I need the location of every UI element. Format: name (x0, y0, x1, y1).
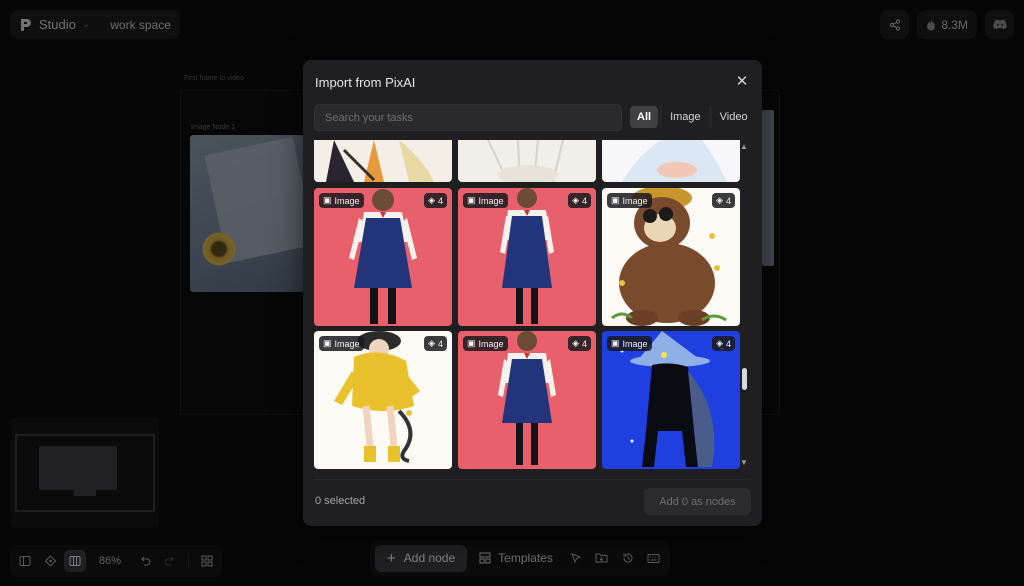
task-tile-partial[interactable] (602, 140, 740, 182)
tile-illustration (334, 331, 420, 463)
task-grid: ▣ Image ◈ 4 ▣ Image ◈ 4 ▣ Image ◈ 4 ▣ Im… (314, 140, 741, 472)
task-tile-partial[interactable] (314, 140, 452, 182)
modal-title: Import from PixAI (315, 75, 416, 90)
count-badge: ◈ 4 (712, 336, 735, 351)
tile-illustration (500, 188, 554, 324)
count-badge: ◈ 4 (568, 336, 591, 351)
layers-icon: ◈ (428, 338, 435, 348)
image-icon: ▣ (467, 338, 476, 348)
tile-illustration (487, 140, 564, 182)
close-button[interactable]: ✕ (734, 73, 750, 90)
search-input[interactable] (314, 104, 622, 131)
type-badge: ▣ Image (319, 336, 364, 351)
filter-image[interactable]: Image (663, 106, 708, 128)
image-icon: ▣ (467, 195, 476, 205)
image-icon: ▣ (323, 338, 332, 348)
image-icon: ▣ (611, 195, 620, 205)
count-badge: ◈ 4 (424, 193, 447, 208)
filter-all[interactable]: All (630, 106, 659, 128)
divider (660, 106, 662, 128)
image-icon: ▣ (611, 338, 620, 348)
layers-icon: ◈ (572, 338, 579, 348)
filter-video[interactable]: Video (713, 106, 755, 128)
scroll-down-arrow[interactable]: ▼ (740, 458, 748, 467)
type-badge: ▣ Image (463, 336, 508, 351)
layers-icon: ◈ (572, 195, 579, 205)
tile-illustration (611, 188, 727, 326)
task-tile[interactable]: ▣ Image ◈ 4 (458, 188, 596, 326)
task-tile[interactable]: ▣ Image ◈ 4 (602, 188, 740, 326)
task-tile[interactable]: ▣ Image ◈ 4 (458, 331, 596, 469)
type-badge: ▣ Image (319, 193, 364, 208)
type-badge: ▣ Image (463, 193, 508, 208)
filter-tabs: All Image Video (630, 106, 755, 128)
add-as-nodes-button[interactable]: Add 0 as nodes (644, 488, 751, 515)
import-modal: Import from PixAI ✕ All Image Video (303, 60, 762, 526)
divider (709, 106, 711, 128)
layers-icon: ◈ (716, 195, 723, 205)
task-tile[interactable]: ▣ Image ◈ 4 (314, 188, 452, 326)
type-badge: ▣ Image (607, 336, 652, 351)
count-badge: ◈ 4 (568, 193, 591, 208)
layers-icon: ◈ (428, 195, 435, 205)
tile-illustration (498, 331, 556, 465)
task-tile-partial[interactable] (458, 140, 596, 182)
tile-illustration (326, 140, 434, 182)
task-tile[interactable]: ▣ Image ◈ 4 (602, 331, 740, 469)
task-tile[interactable]: ▣ Image ◈ 4 (314, 331, 452, 469)
selection-count: 0 selected (315, 495, 366, 507)
scrollbar-thumb[interactable] (742, 368, 747, 390)
type-badge: ▣ Image (607, 193, 652, 208)
image-icon: ▣ (323, 195, 332, 205)
tile-illustration (349, 189, 417, 324)
close-icon: ✕ (735, 73, 749, 90)
divider (314, 479, 751, 480)
layers-icon: ◈ (716, 338, 723, 348)
count-badge: ◈ 4 (712, 193, 735, 208)
tile-illustration (620, 331, 724, 467)
scroll-up-arrow[interactable]: ▲ (740, 142, 748, 151)
tile-illustration (622, 140, 727, 182)
count-badge: ◈ 4 (424, 336, 447, 351)
